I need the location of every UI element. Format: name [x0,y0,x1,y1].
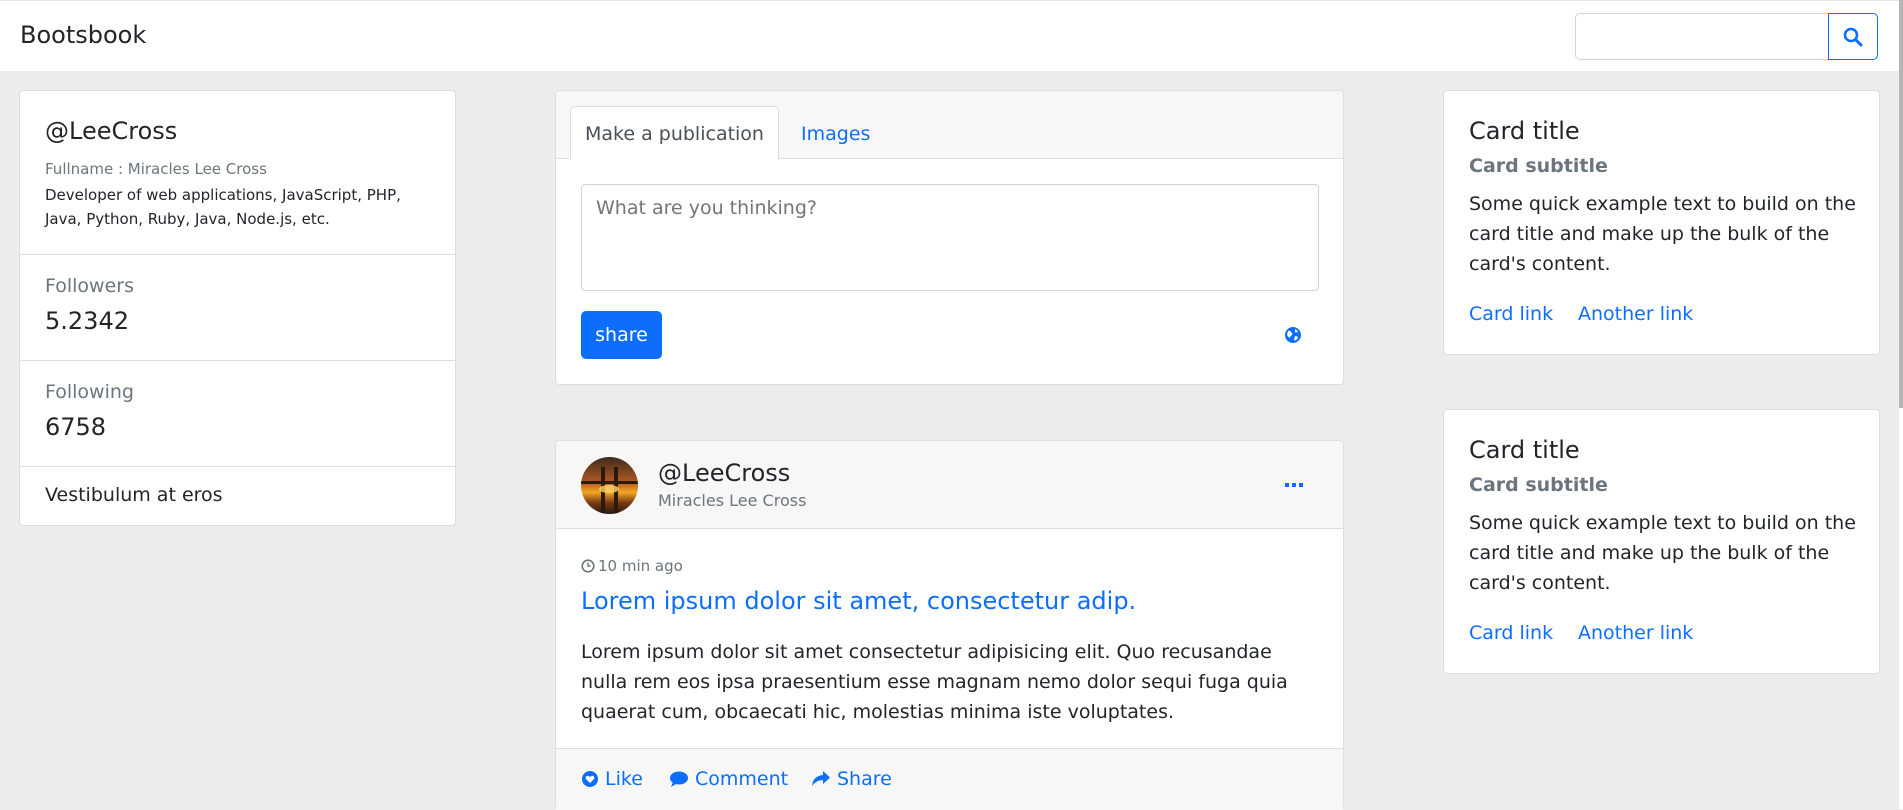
profile-bio: Developer of web applications, JavaScrip… [45,186,401,228]
navbar: Bootsbook [0,0,1903,71]
globe-icon[interactable] [1284,326,1302,344]
card-subtitle: Card subtitle [1469,474,1608,496]
clock-icon [581,559,595,573]
share-button[interactable]: share [581,311,662,359]
comment-button[interactable]: Comment [669,768,788,790]
card-link[interactable]: Card link [1469,303,1553,325]
share-post-button[interactable]: Share [811,768,892,790]
avatar[interactable] [581,457,638,514]
comment-icon [670,771,688,787]
post-title[interactable]: Lorem ipsum dolor sit amet, consectetur … [581,587,1136,615]
publication-tabs: Make a publication Images [556,91,1343,160]
post-header: @LeeCross Miracles Lee Cross [556,441,1343,529]
followers-label: Followers [45,275,134,297]
profile-username: @LeeCross [45,117,178,145]
following-label: Following [45,381,134,403]
share-label: Share [837,768,892,790]
side-card-1: Card title Card subtitle Some quick exam… [1443,90,1880,355]
card-text: Some quick example text to build on the … [1469,193,1856,275]
post-timestamp: 10 min ago [581,557,683,575]
profile-fullname: Fullname : Miracles Lee Cross [45,160,267,178]
another-link[interactable]: Another link [1578,303,1693,325]
card-link[interactable]: Card link [1469,622,1553,644]
post-time-text: 10 min ago [598,557,683,575]
scrollbar-thumb[interactable] [1899,0,1903,408]
brand-logo[interactable]: Bootsbook [20,21,146,49]
profile-info-section: @LeeCross Fullname : Miracles Lee Cross … [20,91,455,255]
post-actions: Like Comment Share [556,748,1343,810]
card-text: Some quick example text to build on the … [1469,512,1856,594]
tab-images[interactable]: Images [801,123,870,145]
search-icon [1843,27,1863,46]
profile-extra-text: Vestibulum at eros [45,484,223,506]
share-arrow-icon [812,771,830,786]
publication-textarea[interactable] [581,184,1319,291]
following-count: 6758 [45,413,107,441]
search-button[interactable] [1828,13,1878,60]
like-label: Like [605,768,643,790]
comment-label: Comment [695,768,789,790]
post-card: @LeeCross Miracles Lee Cross 10 min ago … [555,440,1344,810]
search-input[interactable] [1575,13,1829,60]
more-dots-icon[interactable] [1283,479,1305,491]
side-card-2: Card title Card subtitle Some quick exam… [1443,409,1880,674]
heart-icon [582,771,598,787]
card-subtitle: Card subtitle [1469,155,1608,177]
following-section: Following 6758 [20,361,455,467]
post-fullname: Miracles Lee Cross [658,491,807,510]
card-title: Card title [1469,436,1580,464]
post-body: Lorem ipsum dolor sit amet consectetur a… [581,641,1288,723]
followers-section: Followers 5.2342 [20,255,455,361]
followers-count: 5.2342 [45,307,129,335]
post-username[interactable]: @LeeCross [658,459,790,487]
card-title: Card title [1469,117,1580,145]
another-link[interactable]: Another link [1578,622,1693,644]
publication-card: Make a publication Images share [555,90,1344,385]
like-button[interactable]: Like [581,768,643,790]
tab-make-publication[interactable]: Make a publication [570,106,779,160]
profile-card: @LeeCross Fullname : Miracles Lee Cross … [19,90,456,526]
avatar-image [581,467,638,514]
